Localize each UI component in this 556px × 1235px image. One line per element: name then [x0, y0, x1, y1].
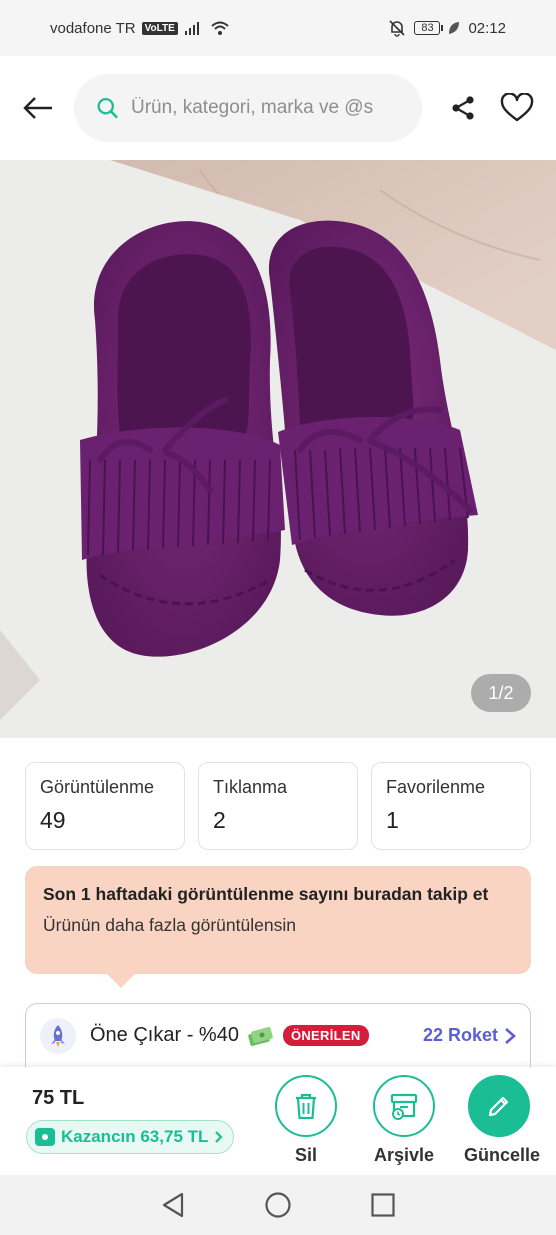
system-nav-bar [0, 1175, 556, 1235]
search-icon [97, 98, 118, 119]
money-icon [248, 1026, 273, 1046]
back-button[interactable] [22, 90, 54, 126]
wifi-icon [211, 21, 229, 35]
status-bar: vodafone TR VoLTE 83 02:12 [0, 0, 556, 56]
archive-button[interactable]: Arşivle [369, 1075, 439, 1166]
product-image[interactable]: 1/2 [0, 160, 556, 738]
header-actions [446, 91, 534, 125]
update-label: Güncelle [464, 1145, 541, 1165]
archive-label: Arşivle [373, 1145, 435, 1165]
share-icon [452, 96, 474, 120]
update-button-circle[interactable] [468, 1075, 530, 1137]
clock: 02:12 [468, 19, 506, 37]
delete-button[interactable]: Sil [271, 1075, 341, 1166]
chevron-right-icon [505, 1027, 516, 1044]
nav-home-icon[interactable] [264, 1191, 292, 1219]
views-tip-banner[interactable]: Son 1 haftadaki görüntülenme sayını bura… [25, 866, 531, 988]
battery-icon: 83 [414, 21, 444, 35]
signal-icon [184, 22, 199, 35]
leaf-icon [449, 22, 460, 34]
stat-card-clicks: Tıklanma 2 [198, 762, 358, 850]
share-button[interactable] [446, 91, 480, 125]
battery-level: 83 [421, 22, 434, 34]
archive-button-circle[interactable] [373, 1075, 435, 1137]
shoe-photo [0, 160, 556, 738]
bottom-action-bar: 75 TL Kazancın 63,75 TL Sil Arşivle Günc… [0, 1067, 556, 1175]
carrier-name: vodafone TR [50, 19, 136, 37]
status-left: vodafone TR VoLTE [50, 20, 230, 37]
stat-label: Görüntülenme [40, 777, 155, 797]
wallet-icon [35, 1128, 55, 1146]
earnings-pill[interactable]: Kazancın 63,75 TL [26, 1120, 235, 1154]
search-input[interactable] [131, 97, 400, 119]
chevron-right-icon [215, 1131, 223, 1143]
update-button[interactable]: Güncelle [464, 1075, 541, 1166]
delete-label: Sil [294, 1145, 317, 1165]
rocket-icon [40, 1017, 76, 1054]
stat-value: 49 [40, 807, 66, 833]
volte-badge: VoLTE [141, 21, 178, 35]
mute-bell-icon [389, 20, 406, 37]
banner-title: Son 1 haftadaki görüntülenme sayını bura… [43, 884, 489, 904]
stat-label: Favorilenme [386, 777, 486, 797]
product-price: 75 TL [32, 1087, 85, 1109]
recommended-badge: ÖNERİLEN [282, 1025, 369, 1046]
favorite-button[interactable] [500, 91, 534, 125]
banner-subtitle: Ürünün daha fazla görüntülensin [43, 915, 296, 935]
stats-row: Görüntülenme 49 Tıklanma 2 Favorilenme 1 [25, 762, 531, 850]
stat-label: Tıklanma [213, 777, 288, 797]
promote-row[interactable]: Öne Çıkar - %40 ÖNERİLEN 22 Roket [25, 1003, 531, 1067]
image-counter: 1/2 [471, 674, 531, 712]
stat-card-views: Görüntülenme 49 [25, 762, 185, 850]
nav-back-icon[interactable] [160, 1191, 186, 1219]
promote-cost[interactable]: 22 Roket [423, 1025, 516, 1046]
arrow-left-icon [23, 97, 52, 119]
pencil-icon [488, 1096, 509, 1117]
stat-value: 1 [386, 807, 399, 833]
rocket-cost: 22 Roket [422, 1025, 498, 1045]
heart-icon [500, 93, 534, 122]
promote-title: Öne Çıkar - %40 [90, 1024, 239, 1046]
search-bar[interactable] [74, 74, 422, 142]
earnings-text: Kazancın 63,75 TL [61, 1127, 209, 1146]
stat-card-favorites: Favorilenme 1 [371, 762, 531, 850]
status-right: 83 02:12 [388, 19, 506, 37]
nav-recents-icon[interactable] [370, 1192, 396, 1218]
archive-icon [390, 1093, 418, 1120]
top-header [0, 56, 556, 160]
stat-value: 2 [213, 807, 226, 833]
trash-icon [296, 1093, 316, 1120]
delete-button-circle[interactable] [275, 1075, 337, 1137]
